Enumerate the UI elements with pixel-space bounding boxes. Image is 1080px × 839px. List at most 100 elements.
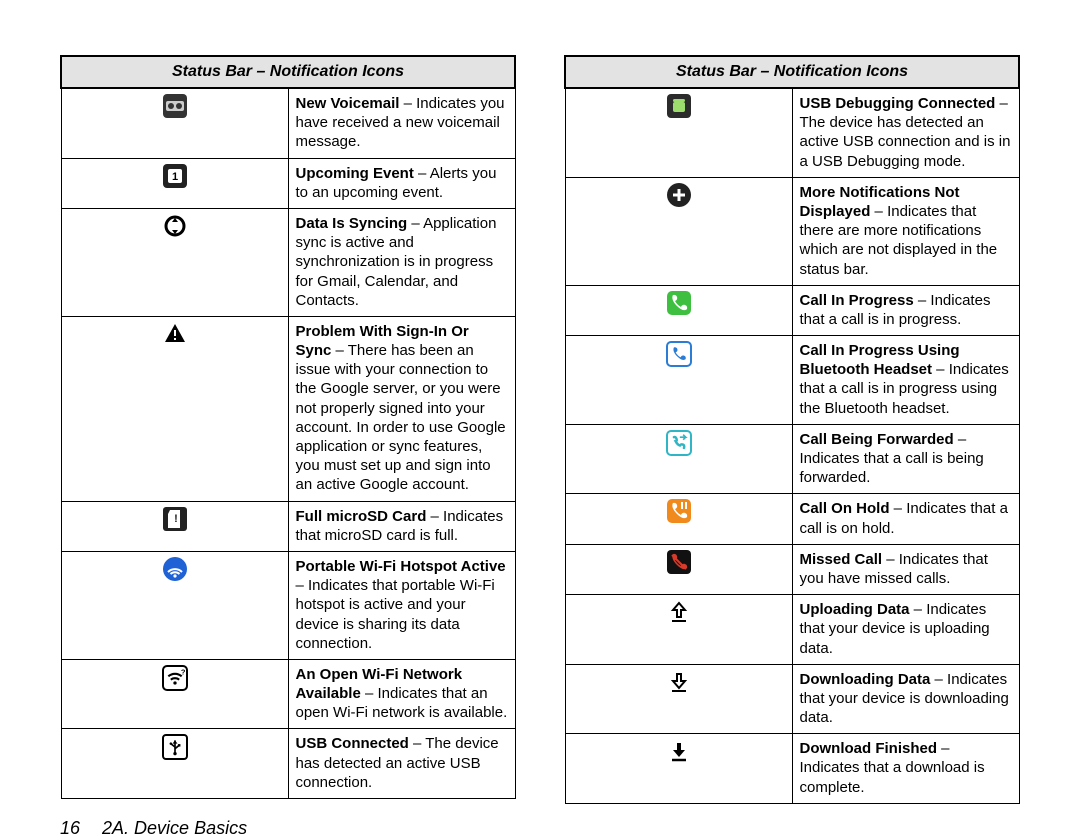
table-row: Call In Progress Using Bluetooth Headset… xyxy=(565,336,1019,425)
call-on-hold-icon xyxy=(565,494,792,544)
table-row: Downloading Data – Indicates that your d… xyxy=(565,664,1019,734)
separator: – xyxy=(932,361,949,378)
icon-description: Problem With Sign-In Or Sync – There has… xyxy=(288,316,515,501)
icon-description: An Open Wi-Fi Network Available – Indica… xyxy=(288,659,515,729)
page-number: 16 xyxy=(60,818,80,839)
separator: – xyxy=(882,551,899,568)
separator: – xyxy=(426,508,443,525)
usb-debugging-icon xyxy=(565,88,792,177)
table-row: Problem With Sign-In Or Sync – There has… xyxy=(61,316,515,501)
table-row: 1 Upcoming Event – Alerts you to an upcom… xyxy=(61,158,515,208)
sync-problem-icon xyxy=(61,316,288,501)
svg-text:!: ! xyxy=(174,513,178,525)
description-text: Indicates that a download is complete. xyxy=(800,759,985,795)
left-column: Status Bar – Notification Icons New Voic… xyxy=(60,55,516,804)
separator: – xyxy=(890,500,907,517)
table-row: Uploading Data – Indicates that your dev… xyxy=(565,595,1019,665)
more-notifications-icon xyxy=(565,177,792,285)
notification-icons-table-right: Status Bar – Notification Icons USB Debu… xyxy=(564,55,1020,804)
separator: – xyxy=(409,735,425,752)
manual-page: Status Bar – Notification Icons New Voic… xyxy=(0,0,1080,720)
table-row: Missed Call – Indicates that you have mi… xyxy=(565,544,1019,594)
notification-icons-table-left: Status Bar – Notification Icons New Voic… xyxy=(60,55,516,799)
svg-text:?: ? xyxy=(180,668,184,677)
call-forwarded-icon xyxy=(565,424,792,494)
icon-description: Call In Progress – Indicates that a call… xyxy=(792,285,1019,335)
icon-description: Call Being Forwarded – Indicates that a … xyxy=(792,424,1019,494)
separator: – xyxy=(407,215,423,232)
description-text: Indicates that a call is being forwarded… xyxy=(800,450,984,486)
icon-description: Data Is Syncing – Application sync is ac… xyxy=(288,208,515,316)
term-label: Full microSD Card xyxy=(296,508,427,525)
icon-description: New Voicemail – Indicates you have recei… xyxy=(288,88,515,158)
table-row: USB Debugging Connected – The device has… xyxy=(565,88,1019,177)
table-row: Call Being Forwarded – Indicates that a … xyxy=(565,424,1019,494)
page-footer: 16 2A. Device Basics xyxy=(60,804,1020,839)
section-title: 2A. Device Basics xyxy=(102,818,247,839)
term-label: USB Debugging Connected xyxy=(800,95,996,112)
uploading-icon xyxy=(565,595,792,665)
table-header-right: Status Bar – Notification Icons xyxy=(565,56,1019,88)
table-row: Call On Hold – Indicates that a call is … xyxy=(565,494,1019,544)
separator: – xyxy=(296,577,309,594)
table-row: ! Full microSD Card – Indicates that micr… xyxy=(61,501,515,551)
separator: – xyxy=(930,671,947,688)
download-finished-icon xyxy=(565,734,792,804)
separator: – xyxy=(914,292,931,309)
icon-description: Full microSD Card – Indicates that micro… xyxy=(288,501,515,551)
usb-connected-icon xyxy=(61,729,288,799)
term-label: Downloading Data xyxy=(800,671,931,688)
table-row: Portable Wi-Fi Hotspot Active – Indicate… xyxy=(61,551,515,659)
term-label: Upcoming Event xyxy=(296,165,414,182)
downloading-icon xyxy=(565,664,792,734)
term-label: New Voicemail xyxy=(296,95,400,112)
icon-description: Call In Progress Using Bluetooth Headset… xyxy=(792,336,1019,425)
icon-description: Upcoming Event – Alerts you to an upcomi… xyxy=(288,158,515,208)
icon-description: Missed Call – Indicates that you have mi… xyxy=(792,544,1019,594)
data-syncing-icon xyxy=(61,208,288,316)
term-label: Call On Hold xyxy=(800,500,890,517)
hotspot-icon xyxy=(61,551,288,659)
table-header-left: Status Bar – Notification Icons xyxy=(61,56,515,88)
table-row: Data Is Syncing – Application sync is ac… xyxy=(61,208,515,316)
table-row: Call In Progress – Indicates that a call… xyxy=(565,285,1019,335)
term-label: Call Being Forwarded xyxy=(800,431,954,448)
sd-full-icon: ! xyxy=(61,501,288,551)
svg-text:1: 1 xyxy=(171,171,177,183)
icon-description: Download Finished – Indicates that a dow… xyxy=(792,734,1019,804)
icon-description: Uploading Data – Indicates that your dev… xyxy=(792,595,1019,665)
right-column: Status Bar – Notification Icons USB Debu… xyxy=(564,55,1020,804)
open-wifi-icon: ? xyxy=(61,659,288,729)
table-row: USB Connected – The device has detected … xyxy=(61,729,515,799)
term-label: Data Is Syncing xyxy=(296,215,408,232)
description-text: There has been an issue with your connec… xyxy=(296,342,506,493)
call-bluetooth-icon xyxy=(565,336,792,425)
call-in-progress-icon xyxy=(565,285,792,335)
missed-call-icon xyxy=(565,544,792,594)
separator: – xyxy=(331,342,347,359)
separator: – xyxy=(414,165,430,182)
icon-description: USB Debugging Connected – The device has… xyxy=(792,88,1019,177)
separator: – xyxy=(954,431,967,448)
icon-description: USB Connected – The device has detected … xyxy=(288,729,515,799)
description-text: Indicates that portable Wi-Fi hotspot is… xyxy=(296,577,495,652)
table-row: ? An Open Wi-Fi Network Available – Indic… xyxy=(61,659,515,729)
two-column-layout: Status Bar – Notification Icons New Voic… xyxy=(60,55,1020,804)
icon-description: Call On Hold – Indicates that a call is … xyxy=(792,494,1019,544)
term-label: Portable Wi-Fi Hotspot Active xyxy=(296,558,506,575)
term-label: Missed Call xyxy=(800,551,883,568)
description-text: The device has detected an active USB co… xyxy=(800,114,1011,169)
icon-description: Portable Wi-Fi Hotspot Active – Indicate… xyxy=(288,551,515,659)
table-row: New Voicemail – Indicates you have recei… xyxy=(61,88,515,158)
table-row: More Notifications Not Displayed – Indic… xyxy=(565,177,1019,285)
separator: – xyxy=(361,685,378,702)
separator: – xyxy=(995,95,1008,112)
term-label: USB Connected xyxy=(296,735,409,752)
separator: – xyxy=(870,203,887,220)
table-row: Download Finished – Indicates that a dow… xyxy=(565,734,1019,804)
upcoming-event-icon: 1 xyxy=(61,158,288,208)
separator: – xyxy=(937,740,950,757)
voicemail-icon xyxy=(61,88,288,158)
separator: – xyxy=(399,95,416,112)
icon-description: Downloading Data – Indicates that your d… xyxy=(792,664,1019,734)
